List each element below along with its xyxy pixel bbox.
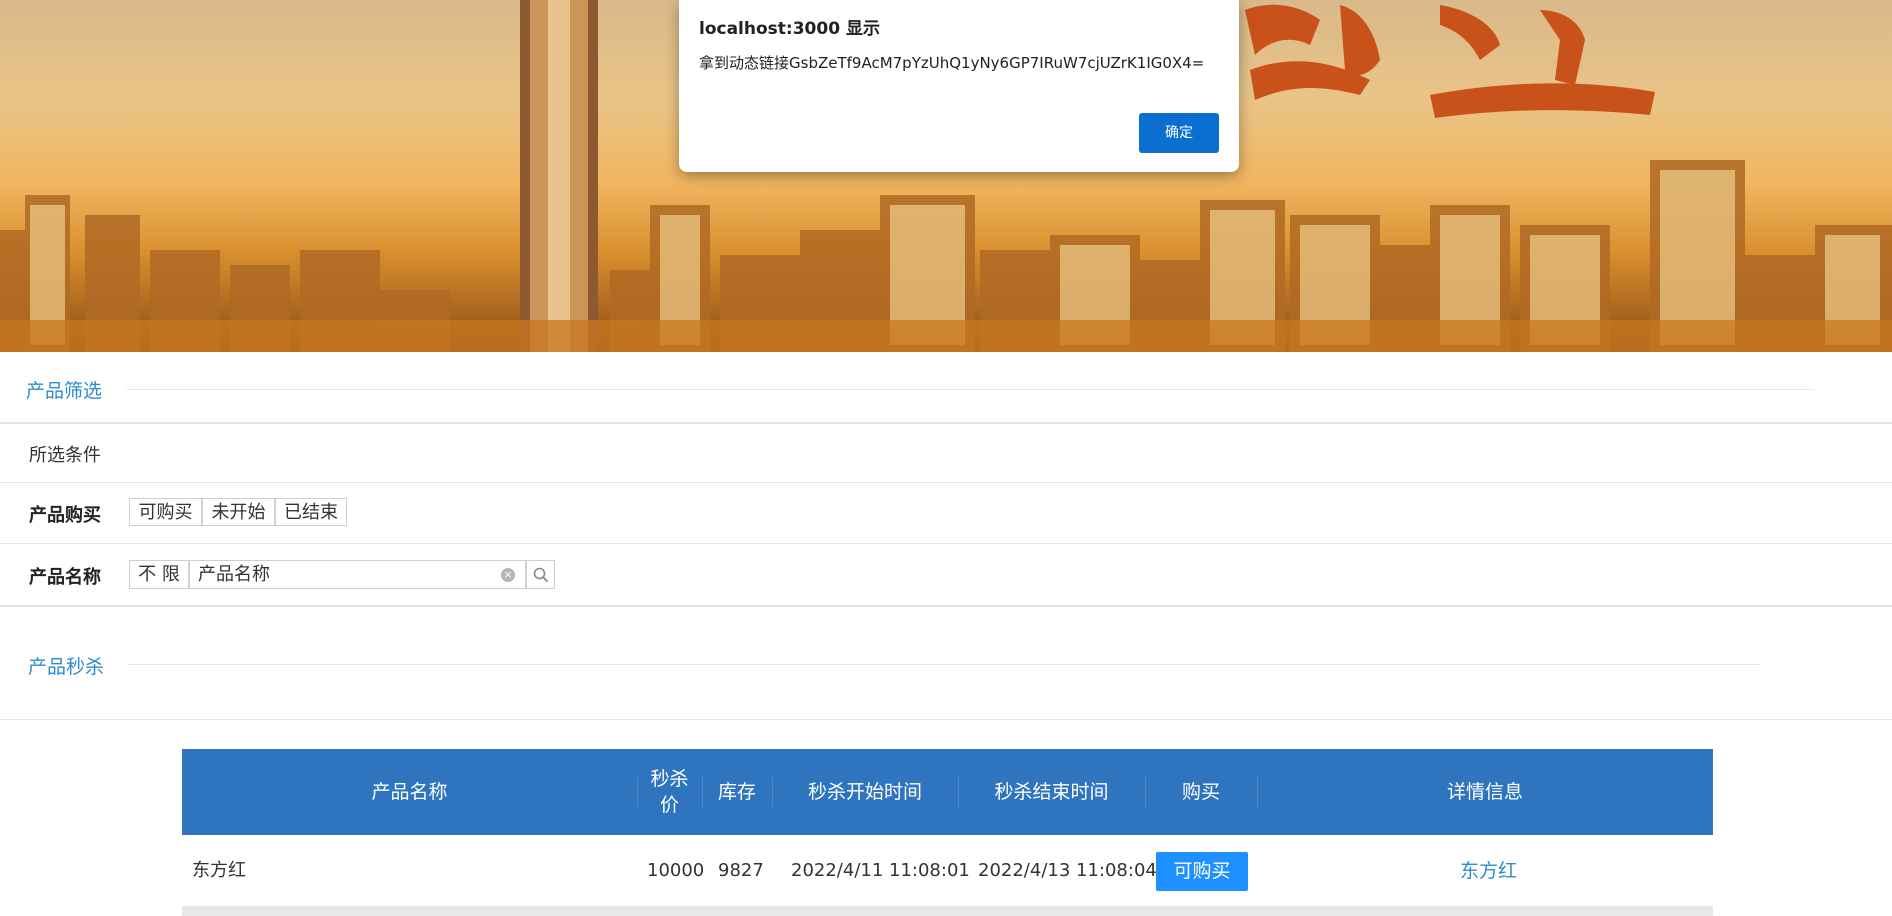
- column-header-stock: 库存: [717, 781, 756, 803]
- divider: [0, 422, 1892, 424]
- buy-button[interactable]: 可购买: [1156, 852, 1248, 891]
- seckill-section-title: 产品秒杀: [28, 656, 105, 678]
- column-header-name: 产品名称: [371, 781, 448, 803]
- divider: [0, 719, 1892, 720]
- product-name-search-input[interactable]: 产品名称 ×: [189, 560, 526, 589]
- search-input-value: 产品名称: [198, 564, 270, 585]
- filter-option-not-started[interactable]: 未开始: [202, 498, 275, 526]
- filter-title-divider: [126, 389, 1814, 390]
- detail-link[interactable]: 东方红: [1460, 853, 1517, 889]
- table-row-divider: [182, 906, 1713, 916]
- dialog-title: localhost:3000 显示: [699, 19, 880, 39]
- name-filter-label: 产品名称: [29, 567, 101, 588]
- cell-start-time: 2022/4/11 11:08:01: [791, 860, 970, 881]
- cell-end-time: 2022/4/13 11:08:04: [978, 860, 1157, 881]
- name-filter-unlimited[interactable]: 不 限: [129, 560, 189, 589]
- seckill-table-header: 产品名称 秒杀价 库存 秒杀开始时间 秒杀结束时间 购买 详情信息: [182, 749, 1713, 835]
- dialog-message: 拿到动态链接GsbZeTf9AcM7pYzUhQ1yNy6GP7IRuW7cjU…: [699, 54, 1205, 72]
- filter-option-ended[interactable]: 已结束: [275, 498, 347, 526]
- filter-option-available[interactable]: 可购买: [129, 498, 202, 526]
- alert-dialog: localhost:3000 显示 拿到动态链接GsbZeTf9AcM7pYzU…: [679, 0, 1239, 172]
- cell-price: 10000: [647, 860, 705, 881]
- search-button[interactable]: [526, 560, 555, 589]
- column-header-price: 秒杀价: [650, 768, 689, 816]
- divider: [0, 482, 1892, 483]
- cell-product-name: 东方红: [192, 860, 246, 881]
- purchase-filter-label: 产品购买: [29, 505, 101, 526]
- cell-stock: 9827: [718, 860, 764, 881]
- filter-section-title: 产品筛选: [26, 380, 103, 402]
- column-header-end: 秒杀结束时间: [994, 781, 1109, 803]
- selected-conditions-label: 所选条件: [29, 445, 101, 466]
- divider: [0, 605, 1892, 607]
- column-header-start: 秒杀开始时间: [807, 781, 922, 803]
- clear-icon[interactable]: ×: [501, 568, 515, 582]
- column-header-buy: 购买: [1181, 781, 1220, 803]
- search-icon: [533, 567, 549, 583]
- column-header-detail: 详情信息: [1446, 781, 1523, 803]
- seckill-title-divider: [128, 664, 1760, 665]
- dialog-ok-button[interactable]: 确定: [1139, 113, 1219, 153]
- divider: [0, 543, 1892, 544]
